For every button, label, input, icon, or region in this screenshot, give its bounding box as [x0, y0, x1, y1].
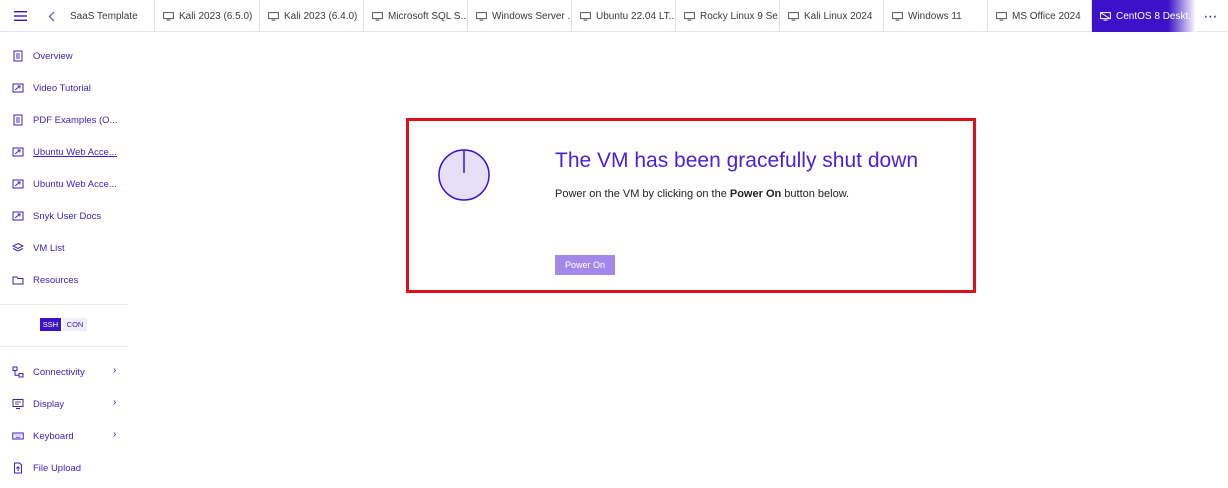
tab-windows-server[interactable]: Windows Server ... [468, 0, 572, 32]
hamburger-icon [13, 11, 27, 21]
chevron-right-icon[interactable]: › [113, 429, 116, 440]
link-window-icon [12, 83, 24, 93]
link-window-icon [12, 211, 24, 221]
chevron-left-icon [48, 11, 54, 21]
more-icon: ⋯ [1203, 7, 1219, 24]
sidebar-item-snyk-user-docs[interactable]: Snyk User Docs [12, 207, 101, 225]
mode-toggle-ssh[interactable]: SSH [40, 318, 61, 331]
document-icon [13, 50, 23, 62]
chevron-right-icon[interactable]: › [113, 365, 116, 376]
sidebar-item-pdf-examples[interactable]: PDF Examples (O... [12, 111, 117, 129]
power-icon [438, 149, 490, 201]
sidebar-item-connectivity[interactable]: Connectivity [12, 363, 85, 381]
monitor-icon [892, 11, 903, 21]
chevron-right-icon[interactable]: › [113, 397, 116, 408]
document-icon [13, 114, 23, 126]
sidebar-item-file-upload[interactable]: File Upload [12, 459, 81, 477]
link-window-icon [12, 179, 24, 189]
file-upload-icon [14, 462, 22, 474]
network-icon [12, 366, 24, 378]
display-icon [12, 399, 24, 409]
tab-kali-2023-640[interactable]: Kali 2023 (6.4.0) [260, 0, 364, 32]
tab-kali-linux-2024[interactable]: Kali Linux 2024 [780, 0, 884, 32]
monitor-icon [163, 11, 174, 21]
monitor-icon [996, 11, 1007, 21]
sidebar: Overview Video Tutorial PDF Examples (O.… [0, 32, 128, 488]
monitor-off-icon [1100, 11, 1111, 21]
layers-icon [12, 242, 24, 252]
monitor-icon [684, 11, 695, 21]
sidebar-item-keyboard[interactable]: Keyboard [12, 427, 74, 445]
sidebar-item-ubuntu-web-access-1[interactable]: Ubuntu Web Acce... [12, 143, 117, 161]
menu-button[interactable] [0, 0, 40, 32]
tab-ms-office-2024[interactable]: MS Office 2024 [988, 0, 1092, 32]
mode-toggle-con[interactable]: CON [63, 318, 87, 331]
tab-windows-11[interactable]: Windows 11 [884, 0, 988, 32]
sidebar-divider [0, 346, 128, 347]
tab-kali-2023-650[interactable]: Kali 2023 (6.5.0) [155, 0, 260, 32]
tab-microsoft-sql[interactable]: Microsoft SQL S... [364, 0, 468, 32]
sidebar-divider [0, 304, 128, 305]
monitor-icon [372, 11, 383, 21]
tab-rocky-linux-9[interactable]: Rocky Linux 9 Se... [676, 0, 780, 32]
vm-status-description: Power on the VM by clicking on the Power… [555, 188, 850, 200]
folder-icon [12, 276, 24, 285]
monitor-icon [476, 11, 487, 21]
vm-shutdown-panel: The VM has been gracefully shut down Pow… [406, 118, 976, 293]
tab-bar: SaaS Template Kali 2023 (6.5.0) Kali 202… [0, 0, 1228, 32]
more-tabs-button[interactable]: ⋯ [1196, 0, 1226, 32]
monitor-icon [788, 11, 799, 21]
power-on-button[interactable]: Power On [555, 255, 615, 275]
sidebar-item-display[interactable]: Display [12, 395, 64, 413]
keyboard-icon [12, 432, 24, 440]
link-window-icon [12, 147, 24, 157]
vm-status-title: The VM has been gracefully shut down [555, 149, 919, 172]
sidebar-item-overview[interactable]: Overview [12, 47, 73, 65]
tab-centos-8-desktop[interactable]: CentOS 8 Deskt... [1092, 0, 1196, 32]
monitor-icon [580, 11, 591, 21]
sidebar-item-vm-list[interactable]: VM List [12, 239, 65, 257]
monitor-icon [268, 11, 279, 21]
sidebar-item-ubuntu-web-access-2[interactable]: Ubuntu Web Acce... [12, 175, 117, 193]
sidebar-item-resources[interactable]: Resources [12, 271, 78, 289]
scroll-tabs-left-button[interactable] [40, 0, 62, 32]
tab-saas-template[interactable]: SaaS Template [62, 0, 155, 32]
sidebar-item-video-tutorial[interactable]: Video Tutorial [12, 79, 91, 97]
tab-ubuntu-2204[interactable]: Ubuntu 22.04 LT... [572, 0, 676, 32]
